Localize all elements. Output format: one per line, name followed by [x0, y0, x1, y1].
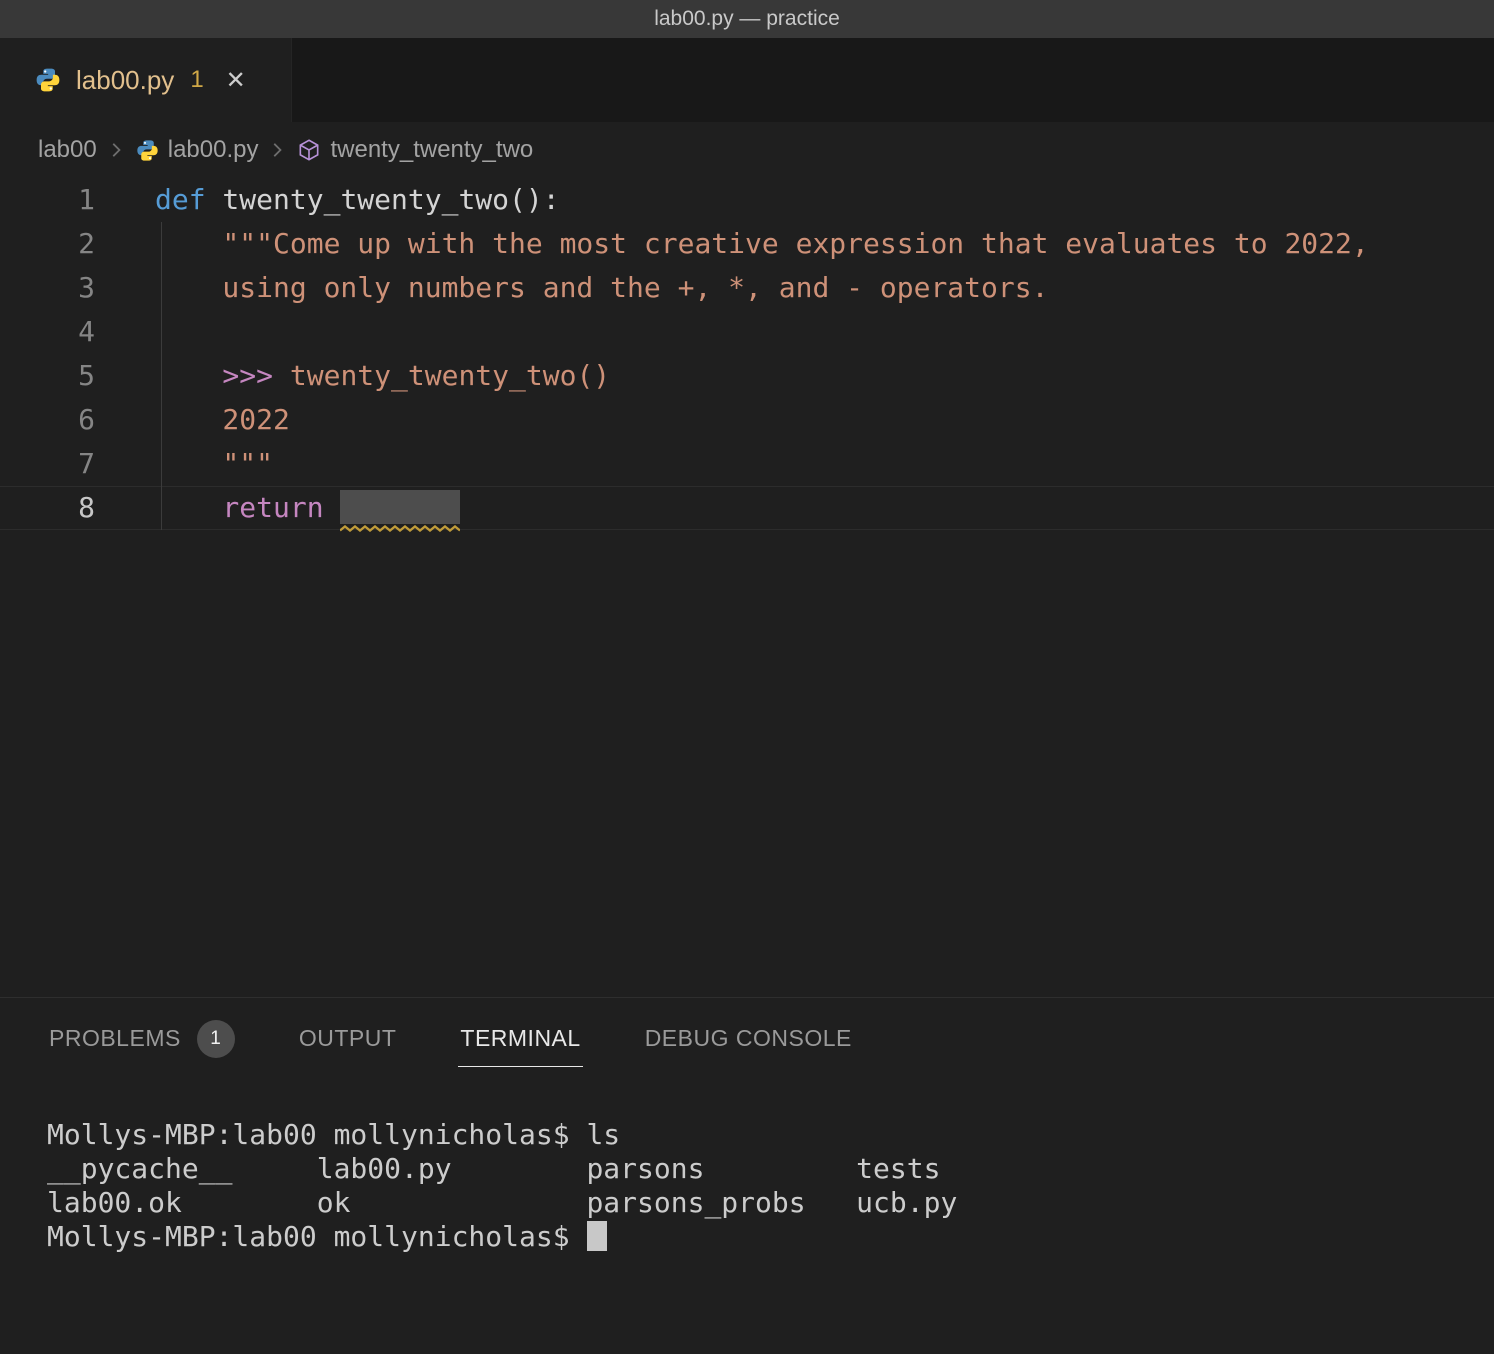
editor-tab-bar: lab00.py 1 ✕ — [0, 38, 1494, 122]
breadcrumb: lab00 lab00.py twenty_twenty_two — [0, 122, 1494, 178]
breadcrumb-file[interactable]: lab00.py — [168, 136, 259, 164]
code-text: """ — [95, 442, 273, 486]
code-editor[interactable]: 1 def twenty_twenty_two(): 2 """Come up … — [0, 178, 1494, 997]
warning-squiggle-icon — [340, 525, 460, 532]
bottom-panel: PROBLEMS 1 OUTPUT TERMINAL DEBUG CONSOLE… — [0, 997, 1494, 1354]
code-text — [95, 310, 155, 354]
terminal-output[interactable]: Mollys-MBP:lab00 mollynicholas$ ls __pyc… — [0, 1084, 1494, 1254]
token-string: using only numbers and the +, *, and - o… — [155, 271, 1048, 304]
line-number[interactable]: 1 — [0, 178, 95, 222]
code-line-2[interactable]: 2 """Come up with the most creative expr… — [0, 222, 1494, 266]
line-number[interactable]: 7 — [0, 442, 95, 486]
tab-terminal[interactable]: TERMINAL — [458, 1015, 582, 1067]
panel-tab-label: PROBLEMS — [49, 1025, 181, 1052]
token-string: """Come up with the most creative expres… — [155, 227, 1369, 260]
python-icon — [135, 138, 160, 163]
code-text: def twenty_twenty_two(): — [95, 178, 560, 222]
close-icon[interactable]: ✕ — [226, 66, 246, 95]
terminal-text: Mollys-MBP:lab00 mollynicholas$ ls — [47, 1118, 620, 1151]
terminal-line: Mollys-MBP:lab00 mollynicholas$ ls — [47, 1118, 1494, 1152]
line-number[interactable]: 3 — [0, 266, 95, 310]
indent-guide — [161, 222, 162, 530]
terminal-line: __pycache__ lab00.py parsons tests — [47, 1152, 1494, 1186]
code-text: 2022 — [95, 398, 290, 442]
panel-tab-bar: PROBLEMS 1 OUTPUT TERMINAL DEBUG CONSOLE — [0, 998, 1494, 1084]
code-line-1[interactable]: 1 def twenty_twenty_two(): — [0, 178, 1494, 222]
terminal-text: Mollys-MBP:lab00 mollynicholas$ — [47, 1220, 586, 1253]
chevron-right-icon — [105, 139, 127, 161]
code-text: >>> twenty_twenty_two() — [95, 354, 610, 398]
tab-output[interactable]: OUTPUT — [297, 1015, 399, 1067]
token-string: """ — [155, 447, 273, 480]
breadcrumb-symbol[interactable]: twenty_twenty_two — [330, 136, 533, 164]
token-doctest-prompt: >>> — [155, 359, 273, 392]
selected-placeholder[interactable] — [340, 490, 460, 524]
token-plain — [324, 491, 341, 524]
line-number[interactable]: 4 — [0, 310, 95, 354]
python-icon — [34, 66, 62, 94]
terminal-line: lab00.ok ok parsons_probs ucb.py — [47, 1186, 1494, 1220]
line-number[interactable]: 6 — [0, 398, 95, 442]
panel-tab-label: TERMINAL — [460, 1025, 580, 1052]
symbol-namespace-cube-icon — [296, 137, 322, 163]
line-number[interactable]: 5 — [0, 354, 95, 398]
tab-label: lab00.py — [76, 65, 174, 96]
terminal-text: lab00.ok ok parsons_probs ucb.py — [47, 1186, 957, 1219]
window-title: lab00.py — practice — [654, 7, 840, 31]
code-line-6[interactable]: 6 2022 — [0, 398, 1494, 442]
breadcrumb-folder[interactable]: lab00 — [38, 136, 97, 164]
code-line-3[interactable]: 3 using only numbers and the +, *, and -… — [0, 266, 1494, 310]
code-line-5[interactable]: 5 >>> twenty_twenty_two() — [0, 354, 1494, 398]
code-line-7[interactable]: 7 """ — [0, 442, 1494, 486]
problems-count-badge: 1 — [197, 1020, 235, 1058]
panel-tab-label: OUTPUT — [299, 1025, 397, 1052]
terminal-text: __pycache__ lab00.py parsons tests — [47, 1152, 940, 1185]
tab-problems-count: 1 — [190, 66, 203, 94]
title-bar[interactable]: lab00.py — practice — [0, 0, 1494, 38]
tab-problems[interactable]: PROBLEMS 1 — [47, 1010, 237, 1073]
token-keyword: return — [155, 491, 324, 524]
terminal-cursor — [587, 1221, 607, 1251]
token-plain: twenty_twenty_two(): — [206, 183, 560, 216]
code-line-4[interactable]: 4 — [0, 310, 1494, 354]
vscode-window: lab00.py — practice lab00.py 1 ✕ lab00 — [0, 0, 1494, 1354]
line-number[interactable]: 2 — [0, 222, 95, 266]
code-text: return — [95, 486, 460, 530]
tab-debug-console[interactable]: DEBUG CONSOLE — [643, 1015, 854, 1067]
chevron-right-icon — [266, 139, 288, 161]
code-line-8[interactable]: 8 return — [0, 486, 1494, 530]
code-text: using only numbers and the +, *, and - o… — [95, 266, 1048, 310]
token-keyword: def — [155, 183, 206, 216]
line-number[interactable]: 8 — [0, 486, 95, 530]
panel-tab-label: DEBUG CONSOLE — [645, 1025, 852, 1052]
terminal-line: Mollys-MBP:lab00 mollynicholas$ — [47, 1220, 1494, 1254]
tab-lab00-py[interactable]: lab00.py 1 ✕ — [0, 38, 292, 122]
token-string: twenty_twenty_two() — [273, 359, 610, 392]
code-text: """Come up with the most creative expres… — [95, 222, 1369, 266]
token-string: 2022 — [155, 403, 290, 436]
